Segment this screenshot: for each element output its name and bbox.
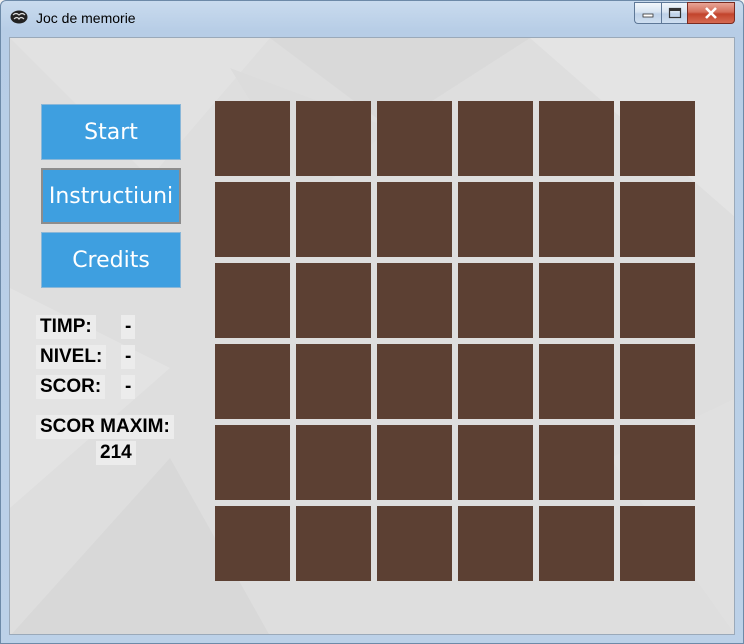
credits-button[interactable]: Credits <box>41 232 181 288</box>
memory-card[interactable] <box>215 344 290 419</box>
level-label: NIVEL: <box>36 345 107 369</box>
memory-card[interactable] <box>458 506 533 581</box>
memory-card[interactable] <box>539 182 614 257</box>
memory-card[interactable] <box>539 425 614 500</box>
maximize-icon <box>668 7 681 19</box>
memory-card[interactable] <box>215 425 290 500</box>
memory-card[interactable] <box>458 101 533 176</box>
memory-card[interactable] <box>620 101 695 176</box>
memory-card[interactable] <box>620 506 695 581</box>
score-value: - <box>121 375 136 399</box>
memory-card[interactable] <box>296 101 371 176</box>
memory-card[interactable] <box>377 101 452 176</box>
memory-card[interactable] <box>539 506 614 581</box>
time-value: - <box>121 315 136 339</box>
memory-card[interactable] <box>620 344 695 419</box>
memory-card[interactable] <box>620 263 695 338</box>
card-grid <box>215 101 695 581</box>
memory-card[interactable] <box>215 182 290 257</box>
memory-card[interactable] <box>620 425 695 500</box>
memory-card[interactable] <box>296 425 371 500</box>
minimize-button[interactable] <box>634 2 661 24</box>
memory-card[interactable] <box>458 182 533 257</box>
close-button[interactable] <box>687 2 735 24</box>
memory-card[interactable] <box>215 506 290 581</box>
maximize-button[interactable] <box>661 2 687 24</box>
memory-card[interactable] <box>215 263 290 338</box>
memory-card[interactable] <box>458 344 533 419</box>
game-area: Start Instructiuni Credits TIMP: - NIVEL… <box>9 37 735 635</box>
start-button[interactable]: Start <box>41 104 181 160</box>
memory-card[interactable] <box>377 425 452 500</box>
memory-card[interactable] <box>377 506 452 581</box>
app-window: Joc de memorie Start Instructiuni Credit… <box>0 0 744 644</box>
memory-card[interactable] <box>539 101 614 176</box>
memory-card[interactable] <box>296 344 371 419</box>
highscore-value: 214 <box>96 441 136 465</box>
memory-card[interactable] <box>620 182 695 257</box>
brain-icon <box>10 10 28 24</box>
memory-card[interactable] <box>539 263 614 338</box>
memory-card[interactable] <box>296 182 371 257</box>
memory-card[interactable] <box>377 263 452 338</box>
score-label: SCOR: <box>36 375 106 399</box>
instructions-button[interactable]: Instructiuni <box>41 168 181 224</box>
time-label: TIMP: <box>36 315 96 339</box>
minimize-icon <box>642 13 654 18</box>
memory-card[interactable] <box>215 101 290 176</box>
memory-card[interactable] <box>296 263 371 338</box>
window-title: Joc de memorie <box>36 10 136 26</box>
memory-card[interactable] <box>377 344 452 419</box>
memory-card[interactable] <box>296 506 371 581</box>
memory-card[interactable] <box>458 425 533 500</box>
level-value: - <box>121 345 136 369</box>
memory-card[interactable] <box>458 263 533 338</box>
title-bar[interactable]: Joc de memorie <box>1 1 743 37</box>
close-icon <box>705 7 717 19</box>
memory-card[interactable] <box>377 182 452 257</box>
memory-card[interactable] <box>539 344 614 419</box>
highscore-label: SCOR MAXIM: <box>36 415 174 439</box>
